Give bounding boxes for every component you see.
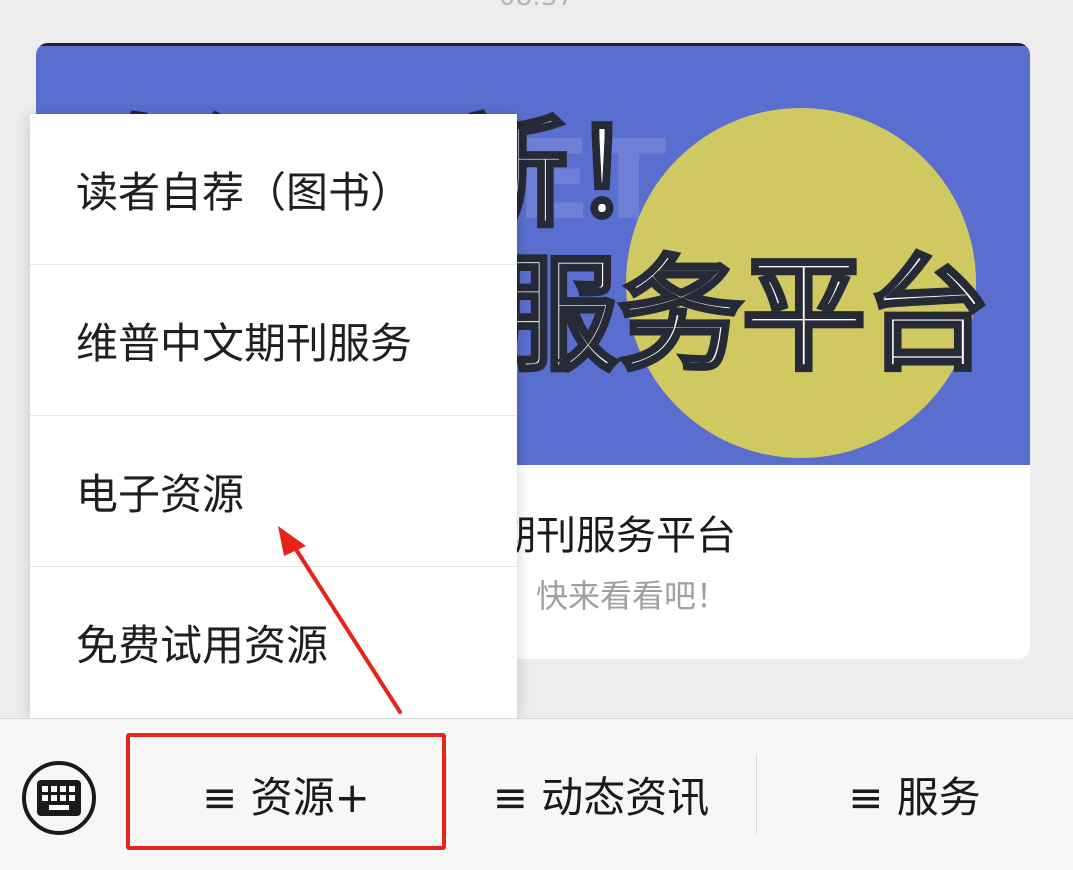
red-arrow-annotation	[278, 526, 402, 714]
